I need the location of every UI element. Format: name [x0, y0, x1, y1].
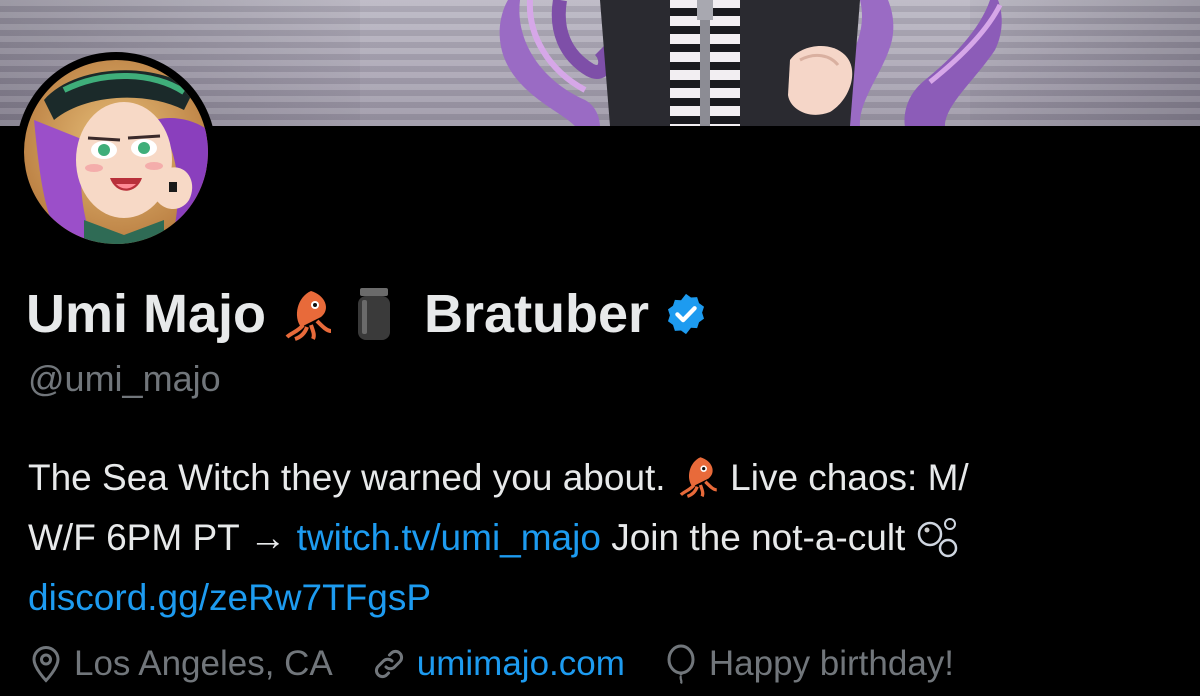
website-item[interactable]: umimajo.com: [371, 644, 625, 684]
jar-emoji: [344, 284, 404, 344]
display-name-second: Bratuber: [424, 284, 650, 344]
profile-bio: The Sea Witch they warned you about. Liv…: [28, 448, 1178, 628]
bio-line-3: discord.gg/zeRw7TFgsP: [28, 568, 1178, 628]
location-item: Los Angeles, CA: [28, 644, 333, 684]
display-name-first: Umi Majo: [26, 284, 267, 344]
squid-emoji: [676, 454, 720, 498]
link-icon: [371, 644, 407, 684]
avatar-image: [24, 60, 208, 244]
profile-page: Umi Majo Bratuber @umi_majo The Sea Witc…: [0, 0, 1200, 696]
location-text: Los Angeles, CA: [74, 644, 333, 683]
bio-schedule: Live chaos: M/: [719, 457, 969, 498]
location-icon: [28, 644, 64, 684]
twitch-link[interactable]: twitch.tv/umi_majo: [297, 517, 601, 558]
bio-line-2: W/F 6PM PT → twitch.tv/umi_majo Join the…: [28, 508, 1178, 568]
profile-meta: Los Angeles, CA umimajo.com Happy birthd…: [28, 638, 954, 690]
birthday-text: Happy birthday!: [708, 644, 955, 683]
squid-emoji: [278, 284, 338, 344]
bio-line-1: The Sea Witch they warned you about. Liv…: [28, 448, 1178, 508]
balloon-icon: [663, 644, 699, 684]
verified-badge-icon[interactable]: [663, 291, 709, 337]
profile-handle: @umi_majo: [28, 358, 221, 399]
birthday-item: Happy birthday!: [663, 644, 954, 684]
bio-cult-text: Join the not-a-cult: [600, 517, 916, 558]
discord-link[interactable]: discord.gg/zeRw7TFgsP: [28, 577, 431, 618]
bubbles-emoji: [916, 514, 960, 558]
avatar[interactable]: [24, 60, 208, 244]
website-link[interactable]: umimajo.com: [417, 644, 625, 684]
display-name: Umi Majo Bratuber: [26, 282, 709, 346]
bio-schedule-cont: W/F 6PM PT →: [28, 517, 297, 558]
bio-text: The Sea Witch they warned you about.: [28, 457, 666, 498]
